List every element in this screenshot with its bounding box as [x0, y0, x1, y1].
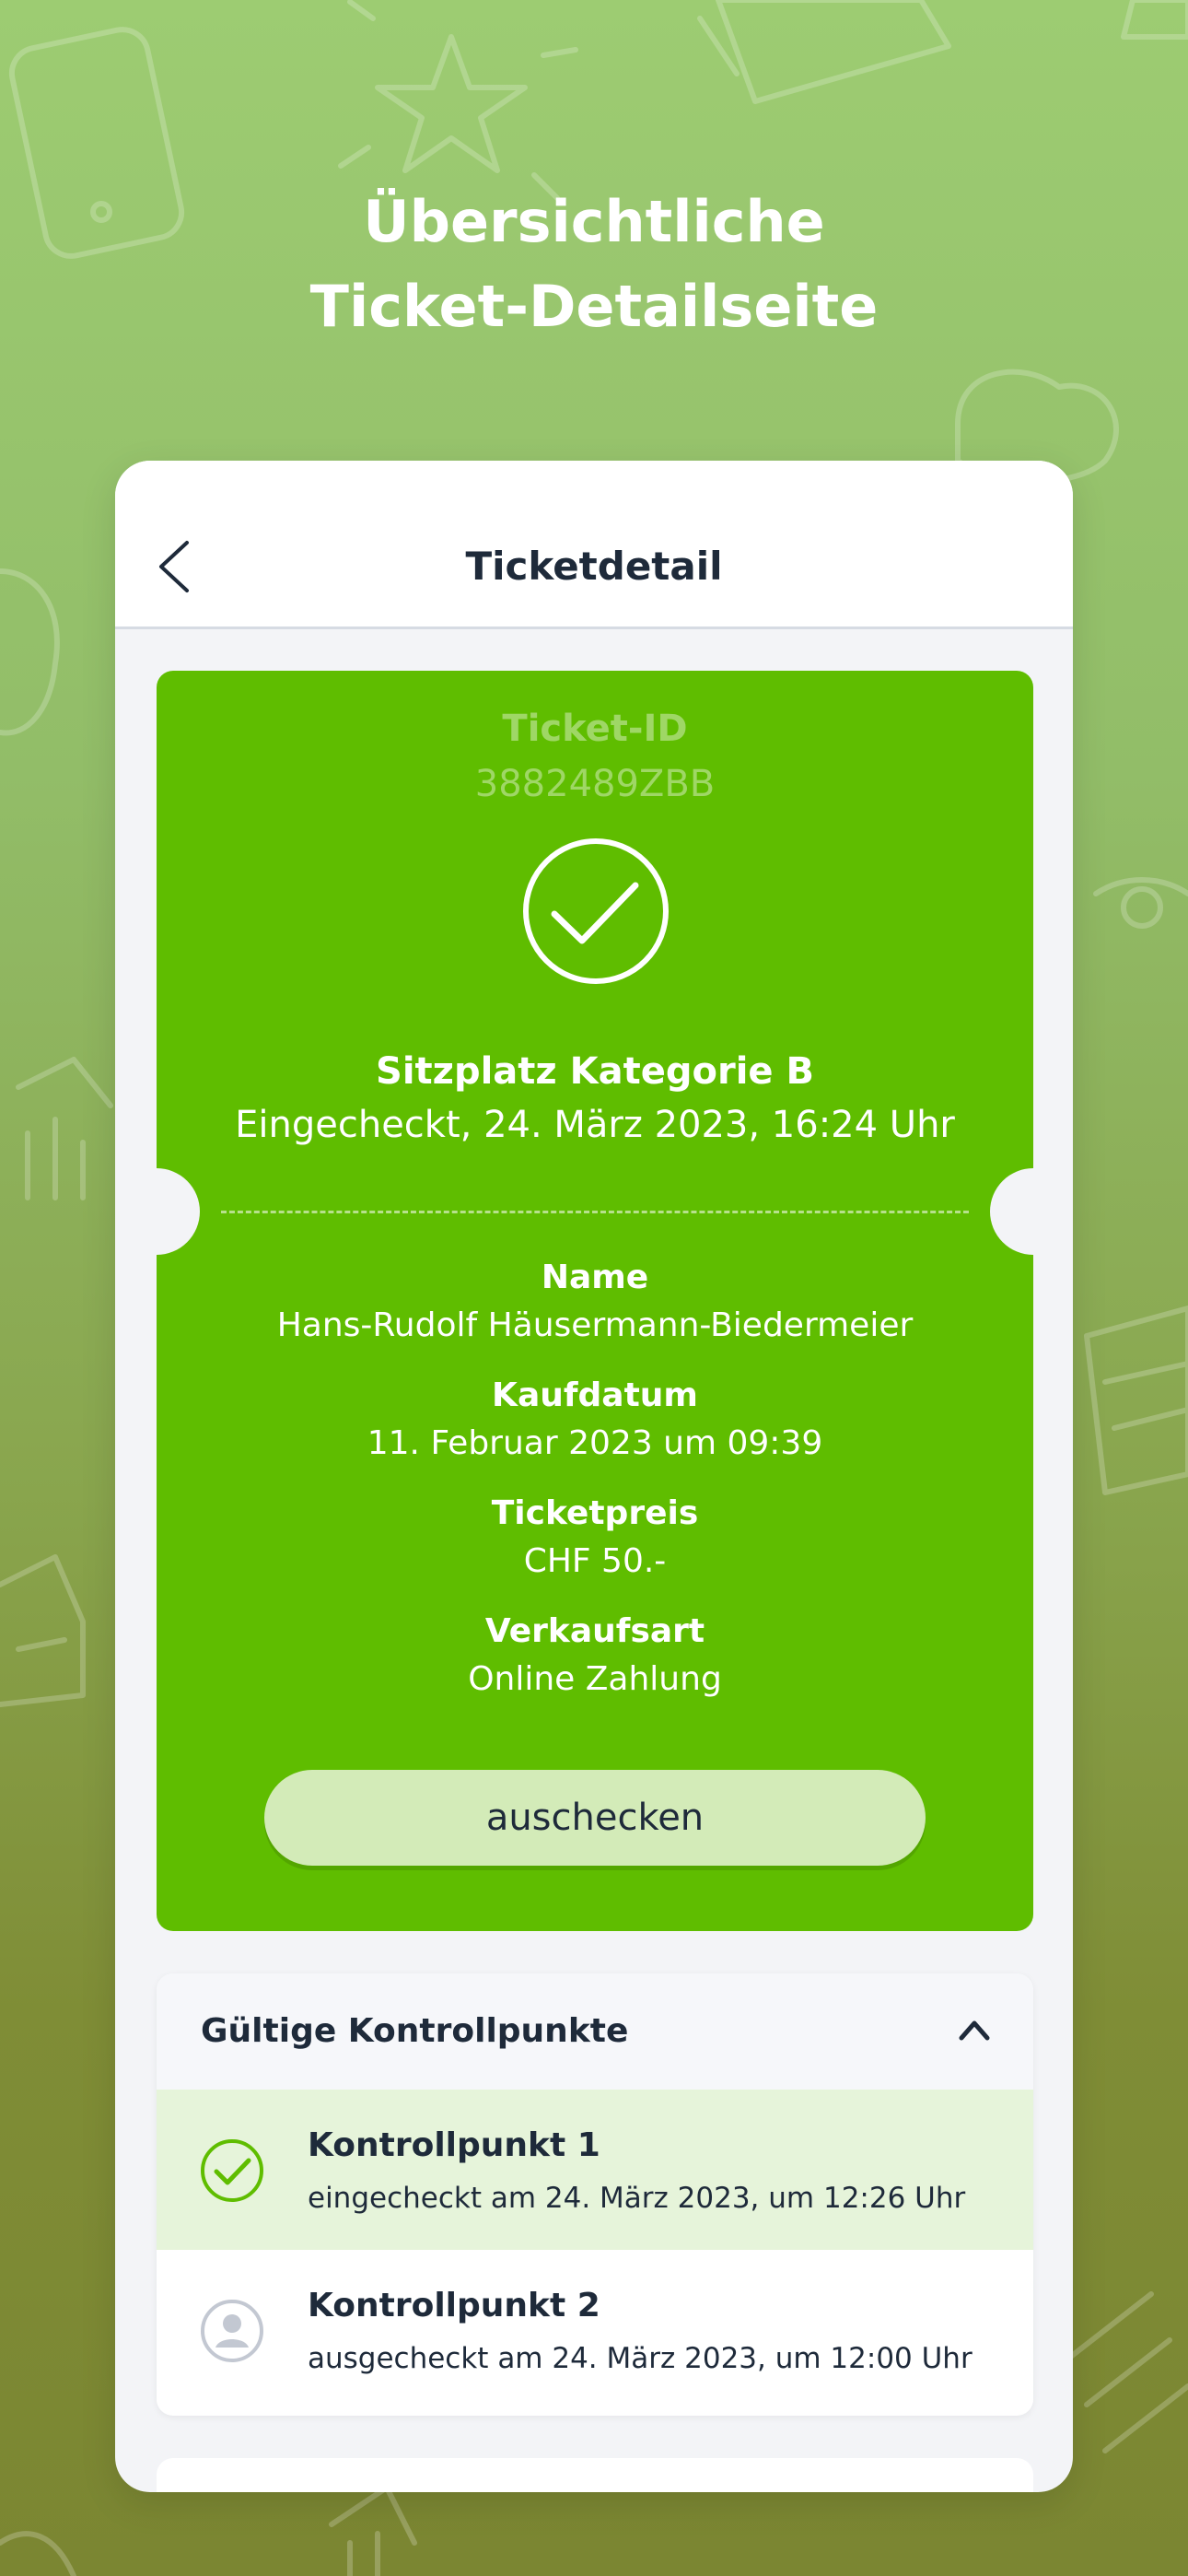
navigation-bar: Ticketdetail — [115, 461, 1073, 629]
rake-doodle-icon — [1066, 2291, 1188, 2453]
checkpoint-name: Kontrollpunkt 2 — [308, 2287, 600, 2324]
headline-line-1: Übersichtliche — [363, 188, 825, 255]
checkpoints-title: Gültige Kontrollpunkte — [201, 2012, 629, 2050]
headline-line-2: Ticket-Detailseite — [309, 273, 879, 340]
chart-doodle-icon — [16, 1057, 113, 1200]
page-title: Ticketdetail — [465, 544, 723, 589]
ticket-notch-right — [990, 1168, 1073, 1255]
ticket-notch-left — [115, 1168, 200, 1255]
house-doodle-icon — [0, 1554, 86, 1707]
field-value-name: Hans-Rudolf Häusermann-Biedermeier — [276, 1306, 914, 1344]
ticket-card: Ticket-ID 3882489ZBB Sitzplatz Kategorie… — [115, 671, 1073, 1931]
checkpoints-card: Gültige Kontrollpunkte Kontrollpunkt 1 e… — [157, 1973, 1033, 2416]
field-label-name: Name — [541, 1259, 649, 1296]
partial-doodle-icon — [0, 568, 60, 736]
next-card-partial — [157, 2458, 1033, 2492]
ticket-category: Sitzplatz Kategorie B — [376, 1050, 814, 1093]
phone-screen: Ticketdetail Ticket-ID 3882489ZBB Sitzpl… — [115, 461, 1073, 2492]
ticket-perforation — [221, 1211, 969, 1213]
ticket-id-label: Ticket-ID — [502, 708, 688, 750]
check-circle-icon — [201, 2139, 263, 2202]
field-label-verkaufsart: Verkaufsart — [484, 1612, 705, 1650]
marketing-headline: Übersichtliche Ticket-Detailseite — [0, 180, 1188, 349]
checkin-status: Eingecheckt, 24. März 2023, 16:24 Uhr — [235, 1104, 955, 1146]
building-doodle-icon — [1084, 1306, 1188, 1495]
checkpoint-row[interactable]: Kontrollpunkt 2 ausgecheckt am 24. März … — [157, 2250, 1033, 2410]
field-value-verkaufsart: Online Zahlung — [468, 1660, 722, 1698]
checkpoint-detail: eingecheckt am 24. März 2023, um 12:26 U… — [308, 2182, 966, 2215]
checkpoints-header[interactable]: Gültige Kontrollpunkte — [157, 1973, 1033, 2090]
chevron-up-icon[interactable] — [958, 2018, 991, 2042]
user-avatar-icon — [201, 2300, 263, 2362]
field-label-ticketpreis: Ticketpreis — [491, 1494, 699, 1532]
field-label-kaufdatum: Kaufdatum — [492, 1376, 698, 1414]
star-doodle-icon — [375, 34, 528, 173]
checkpoint-name: Kontrollpunkt 1 — [308, 2126, 600, 2164]
ticket-doodle-icon — [697, 0, 951, 104]
field-value-ticketpreis: CHF 50.- — [523, 1542, 667, 1580]
check-circle-icon — [523, 838, 669, 984]
checkpoint-row[interactable]: Kontrollpunkt 1 eingecheckt am 24. März … — [157, 2090, 1033, 2250]
field-value-kaufdatum: 11. Februar 2023 um 09:39 — [367, 1424, 823, 1462]
checkout-button[interactable]: auschecken — [264, 1770, 926, 1866]
checkpoint-detail: ausgecheckt am 24. März 2023, um 12:00 U… — [308, 2342, 973, 2375]
ticket-id-value: 3882489ZBB — [474, 763, 716, 805]
